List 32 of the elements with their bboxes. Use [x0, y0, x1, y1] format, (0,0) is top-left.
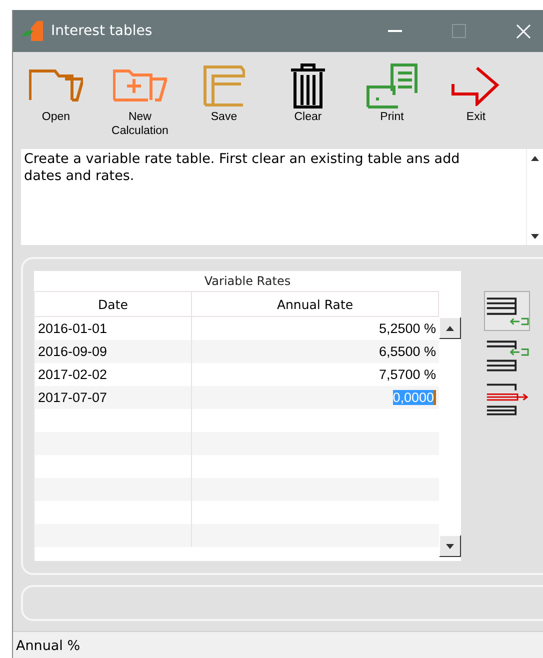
window-title: Interest tables [51, 23, 154, 39]
maximize-icon [452, 24, 466, 38]
scroll-down-button[interactable] [439, 535, 461, 557]
caret-up-icon [446, 326, 454, 331]
status-bar: Annual % [13, 631, 543, 658]
toolbar-button[interactable]: Print [363, 62, 421, 145]
caret-down-icon [446, 544, 454, 549]
toolbar-button[interactable]: Open [27, 62, 85, 145]
table-title: Variable Rates [203, 273, 292, 290]
trash-icon [290, 63, 326, 109]
caret-down-icon [531, 234, 539, 238]
column-header[interactable]: Date [35, 291, 192, 317]
toolbar-button[interactable]: Clear [279, 62, 337, 145]
toolbar-button[interactable]: Exit [447, 62, 505, 145]
folder-icon [29, 69, 83, 103]
app-logo-icon [21, 20, 45, 42]
delete-row-icon [485, 381, 529, 417]
toolbar-button[interactable]: Save [195, 62, 253, 145]
scroll-up-button[interactable] [439, 317, 461, 339]
row-action-button[interactable] [484, 291, 530, 331]
column-header[interactable]: Annual Rate [192, 291, 439, 317]
append-row-icon [485, 295, 529, 327]
caret-up-icon [531, 156, 539, 160]
folder-plus-icon [113, 69, 167, 103]
table-cell: 6,5500 % [378, 344, 436, 359]
table-cell: 5,2500 % [378, 321, 436, 336]
description-text: Create a variable rate table. First clear an existing table ans add dates and rates. [23, 150, 461, 186]
printer-icon [366, 63, 418, 109]
insert-row-icon [485, 338, 529, 372]
close-icon[interactable] [516, 24, 531, 38]
table-cell: 7,5700 % [378, 367, 436, 382]
toolbar-button[interactable]: New Calculation [111, 62, 169, 145]
